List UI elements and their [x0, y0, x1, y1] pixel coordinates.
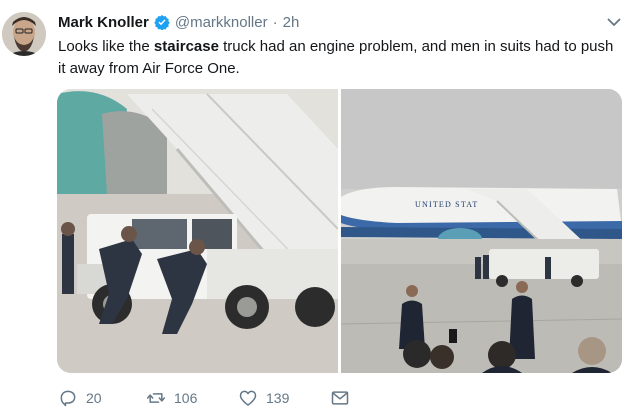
like-button[interactable]: 139: [238, 388, 330, 408]
author-handle[interactable]: @markknoller: [175, 14, 268, 31]
media-photos: UNITED STAT: [57, 89, 622, 373]
avatar[interactable]: [2, 12, 46, 56]
like-count: 139: [266, 390, 290, 406]
reply-button[interactable]: 20: [58, 388, 146, 408]
tweet-text: Looks like the staircase truck had an en…: [58, 36, 618, 80]
timestamp[interactable]: 2h: [283, 14, 300, 31]
verified-badge-icon: [154, 15, 170, 30]
tweet-text-start: Looks like the: [58, 38, 154, 55]
reply-count: 20: [86, 390, 102, 406]
photo-right[interactable]: UNITED STAT: [340, 89, 622, 373]
tweet-header: Mark Knoller @markknoller · 2h: [58, 12, 299, 32]
reply-icon: [60, 390, 76, 407]
chevron-down-icon[interactable]: [606, 14, 622, 30]
retweet-icon: [146, 393, 166, 403]
retweet-button[interactable]: 106: [146, 388, 238, 408]
plane-lettering: UNITED STAT: [415, 200, 478, 209]
tweet-media[interactable]: UNITED STAT: [57, 89, 622, 373]
tweet-text-bold: staircase: [153, 38, 219, 55]
tweet-card[interactable]: Mark Knoller @markknoller · 2h Looks lik…: [0, 0, 640, 414]
author-name[interactable]: Mark Knoller: [58, 14, 149, 31]
heart-icon: [239, 390, 257, 406]
separator-dot: ·: [272, 13, 278, 31]
photo-left[interactable]: [57, 89, 339, 373]
avatar-photo: [2, 12, 46, 56]
action-bar: 20 106 139: [58, 386, 350, 410]
retweet-count: 106: [174, 390, 198, 406]
direct-message-button[interactable]: [330, 388, 350, 408]
envelope-icon: [331, 391, 349, 405]
